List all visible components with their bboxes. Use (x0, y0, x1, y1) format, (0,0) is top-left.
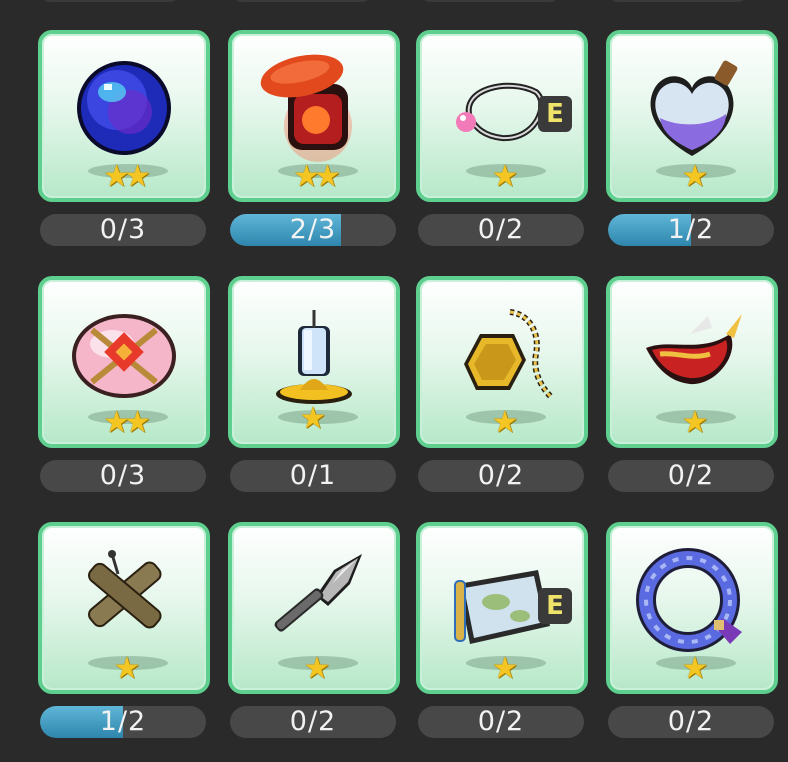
rarity-stars: ★ (681, 651, 709, 686)
equipped-badge: E (538, 588, 572, 624)
progress-bar: 0/2 (418, 214, 584, 246)
red-horn-icon (646, 314, 742, 385)
voodoo-doll-icon (88, 550, 162, 629)
item-card[interactable]: ★ (228, 522, 400, 694)
progress-count: 0/3 (99, 460, 147, 491)
collection-item[interactable]: ★★ 2/3 (228, 30, 400, 258)
pink-cushion-icon (72, 314, 176, 398)
item-card[interactable]: ★ (606, 30, 778, 202)
spear-head-icon (274, 554, 362, 632)
collection-item[interactable]: ★ 0/2 (606, 276, 778, 504)
progress-count: 0/2 (477, 214, 525, 245)
progress-bar: 0/3 (40, 214, 206, 246)
collection-item[interactable]: ★ 1/2 (38, 522, 210, 750)
collection-item[interactable]: ★ 0/2 (416, 276, 588, 504)
gold-pendant-icon (464, 309, 555, 401)
progress-count: 0/2 (477, 706, 525, 737)
item-card[interactable]: ★ (416, 276, 588, 448)
rarity-stars: ★ (303, 651, 331, 686)
progress-bar: 0/2 (230, 706, 396, 738)
collection-item[interactable]: ★★ 0/3 (38, 30, 210, 258)
progress-count: 0/3 (99, 214, 147, 245)
progress-bar: 0/1 (230, 460, 396, 492)
red-jar-icon (260, 54, 352, 162)
rarity-stars: ★★ (103, 405, 151, 440)
rarity-stars: ★ (681, 405, 709, 440)
rarity-stars: ★ (491, 651, 519, 686)
progress-count: 0/2 (667, 460, 715, 491)
candle-icon (276, 310, 352, 404)
item-card[interactable]: ★ (38, 522, 210, 694)
progress-bar: 0/2 (608, 706, 774, 738)
collection-item[interactable]: ★ 1/2 (606, 30, 778, 258)
collection-item[interactable]: 0/1 (228, 276, 400, 504)
progress-count: 0/2 (477, 460, 525, 491)
item-card[interactable]: ★★ (38, 276, 210, 448)
progress-count: 0/2 (667, 706, 715, 737)
collection-item[interactable]: ★ 0/2 (228, 522, 400, 750)
item-card[interactable]: ★★ (228, 30, 400, 202)
collection-item[interactable]: E ★ 0/2 (416, 522, 588, 750)
collection-item[interactable]: ★ 0/2 (606, 522, 778, 750)
rarity-stars: ★★ (103, 159, 151, 194)
item-card[interactable]: ★ (606, 276, 778, 448)
progress-bar: 0/2 (608, 460, 774, 492)
item-card[interactable]: E ★ (416, 522, 588, 694)
progress-bar: 0/3 (40, 460, 206, 492)
blue-orb-icon (77, 61, 171, 155)
rarity-stars: ★★ (293, 159, 341, 194)
progress-bar: 0/2 (418, 460, 584, 492)
progress-count: 0/2 (289, 706, 337, 737)
item-shadow (278, 410, 358, 424)
item-card[interactable]: E ★ (416, 30, 588, 202)
progress-count: 1/2 (99, 706, 147, 737)
progress-bar: 2/3 (230, 214, 396, 246)
progress-bar: 1/2 (608, 214, 774, 246)
rarity-stars: ★ (681, 159, 709, 194)
progress-count: 1/2 (667, 214, 715, 245)
rarity-stars: ★ (491, 159, 519, 194)
collection-grid: ★★ 0/3 ★★ 2/3 E ★ 0/2 ★ 1/2 ★★ 0/3 0/1 ★… (0, 0, 788, 762)
equipped-badge: E (538, 96, 572, 132)
collection-item[interactable]: ★★ 0/3 (38, 276, 210, 504)
item-card[interactable]: ★★ (38, 30, 210, 202)
rarity-stars: ★ (491, 405, 519, 440)
item-card[interactable] (228, 276, 400, 448)
heart-potion-icon (650, 60, 738, 156)
item-card[interactable]: ★ (606, 522, 778, 694)
progress-bar: 1/2 (40, 706, 206, 738)
progress-count: 2/3 (289, 214, 337, 245)
collection-item[interactable]: E ★ 0/2 (416, 30, 588, 258)
progress-bar: 0/2 (418, 706, 584, 738)
progress-count: 0/1 (289, 460, 337, 491)
blue-ring-icon (636, 548, 742, 652)
rarity-stars: ★ (113, 651, 141, 686)
